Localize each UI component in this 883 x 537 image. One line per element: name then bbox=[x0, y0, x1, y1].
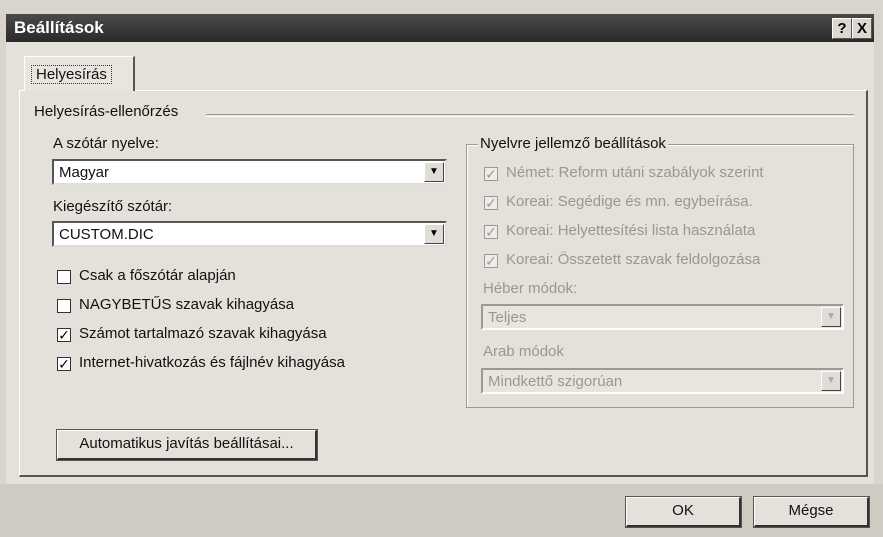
group-title: Helyesírás-ellenőrzés bbox=[34, 103, 179, 120]
custom-dictionary-label: Kiegészítő szótár: bbox=[53, 198, 173, 215]
hebrew-modes-value: Teljes bbox=[488, 309, 527, 326]
autocorrect-options-button[interactable]: Automatikus javítás beállításai... bbox=[56, 429, 318, 461]
hebrew-modes-select[interactable]: Teljes ▼ bbox=[481, 304, 844, 330]
button-bar bbox=[0, 484, 883, 537]
option-main-dictionary-only-checkbox[interactable] bbox=[57, 270, 71, 284]
arabic-modes-value: Mindkettő szigorúan bbox=[488, 373, 623, 390]
dictionary-language-select[interactable]: Magyar ▼ bbox=[52, 159, 447, 185]
arabic-modes-label: Arab módok bbox=[483, 343, 564, 360]
korean-compound-checkbox[interactable]: ✓ bbox=[484, 254, 498, 268]
option-ignore-uppercase-label: NAGYBETŰS szavak kihagyása bbox=[79, 296, 295, 313]
option-ignore-uppercase-checkbox[interactable] bbox=[57, 299, 71, 313]
hebrew-modes-label: Héber módok: bbox=[483, 280, 578, 297]
korean-replacement-label: Koreai: Helyettesítési lista használata bbox=[506, 222, 756, 239]
ok-button[interactable]: OK bbox=[625, 496, 742, 528]
option-ignore-numbers-checkbox[interactable]: ✓ bbox=[57, 328, 71, 342]
option-ignore-internet-checkbox[interactable]: ✓ bbox=[57, 357, 71, 371]
chevron-down-icon[interactable]: ▼ bbox=[821, 307, 841, 327]
german-reform-checkbox[interactable]: ✓ bbox=[484, 167, 498, 181]
cancel-button[interactable]: Mégse bbox=[753, 496, 870, 528]
korean-auxiliary-label: Koreai: Segédige és mn. egybeírása. bbox=[506, 193, 753, 210]
chevron-down-icon[interactable]: ▼ bbox=[424, 224, 444, 244]
dictionary-language-value: Magyar bbox=[59, 164, 110, 181]
tab-label: Helyesírás bbox=[31, 65, 112, 84]
custom-dictionary-value: CUSTOM.DIC bbox=[59, 226, 154, 243]
german-reform-label: Német: Reform utáni szabályok szerint bbox=[506, 164, 764, 181]
language-settings-title: Nyelvre jellemző beállítások bbox=[478, 135, 668, 152]
option-ignore-numbers-label: Számot tartalmazó szavak kihagyása bbox=[79, 325, 327, 342]
option-ignore-internet-label: Internet-hivatkozás és fájlnév kihagyása bbox=[79, 354, 345, 371]
korean-replacement-checkbox[interactable]: ✓ bbox=[484, 225, 498, 239]
korean-auxiliary-checkbox[interactable]: ✓ bbox=[484, 196, 498, 210]
custom-dictionary-select[interactable]: CUSTOM.DIC ▼ bbox=[52, 221, 447, 247]
option-main-dictionary-only-label: Csak a főszótár alapján bbox=[79, 267, 236, 284]
tab-helyesiras[interactable]: Helyesírás bbox=[24, 56, 135, 91]
chevron-down-icon[interactable]: ▼ bbox=[821, 371, 841, 391]
korean-compound-label: Koreai: Összetett szavak feldolgozása bbox=[506, 251, 761, 268]
window-title: Beállítások bbox=[14, 18, 104, 37]
title-bar: Beállítások ? X bbox=[6, 14, 874, 42]
chevron-down-icon[interactable]: ▼ bbox=[424, 162, 444, 182]
help-button[interactable]: ? bbox=[832, 18, 852, 39]
close-button[interactable]: X bbox=[852, 18, 872, 39]
dictionary-language-label: A szótár nyelve: bbox=[53, 135, 159, 152]
group-divider bbox=[206, 114, 854, 117]
arabic-modes-select[interactable]: Mindkettő szigorúan ▼ bbox=[481, 368, 844, 394]
